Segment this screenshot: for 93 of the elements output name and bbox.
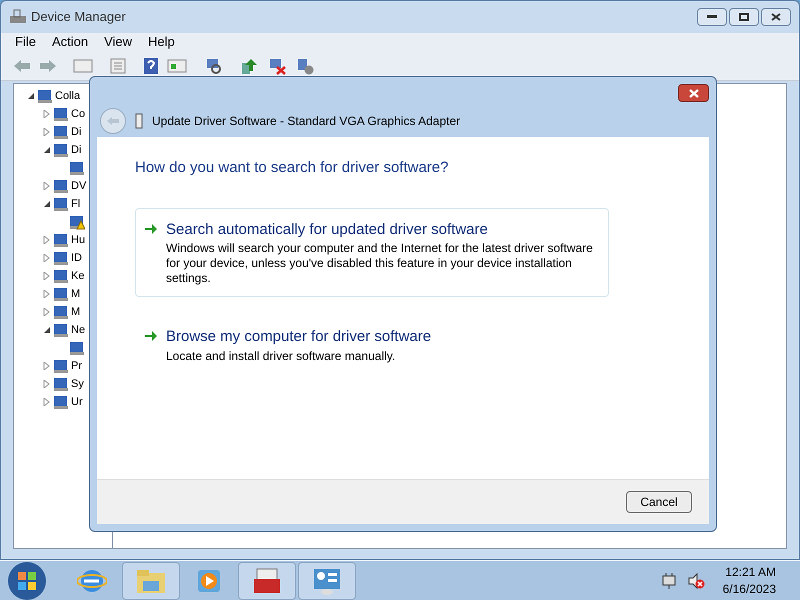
arrow-icon [144,330,158,342]
back-button[interactable] [100,108,126,134]
close-icon [688,88,698,98]
device-icon [53,178,69,194]
collapse-icon[interactable] [43,200,51,208]
device-icon [53,232,69,248]
tree-item[interactable]: Colla [55,88,80,104]
play-icon [196,568,222,594]
tree-item[interactable]: Di [71,124,82,140]
tree-item[interactable]: Hu [71,232,86,248]
expand-icon[interactable] [43,272,51,280]
expand-icon[interactable] [43,380,51,388]
tree-item[interactable]: DV [71,178,86,194]
tree-item[interactable]: Ke [71,268,84,284]
back-arrow-icon [106,116,120,126]
tree-item[interactable]: Pr [71,358,82,374]
clock-time[interactable]: 12:21 AM [725,564,776,580]
menu-item[interactable]: View [98,32,138,52]
dialog-heading: How do you want to search for driver software? [135,158,450,178]
option-title: Search automatically for updated driver software [166,220,489,240]
explorer-taskbar-button[interactable] [122,562,180,600]
option-command-link[interactable] [135,208,609,297]
clock-date[interactable]: 6/16/2023 [722,580,776,598]
control-panel-icon [311,566,343,594]
panel-icon[interactable] [167,58,187,74]
graphics-card-icon [134,113,144,129]
device-icon [37,88,53,104]
expand-icon[interactable] [43,308,51,316]
tree-item[interactable]: Ne [71,322,86,338]
maximize-icon [739,13,749,21]
expand-icon[interactable] [43,362,51,370]
muted-speaker-icon[interactable] [686,572,705,590]
back-arrow-icon[interactable] [13,58,31,72]
device-icon [53,142,69,158]
minimize-button[interactable] [697,8,727,26]
control-panel-taskbar-button[interactable] [298,562,356,600]
tree-item[interactable]: ID [71,250,82,266]
properties-icon[interactable] [109,58,127,74]
minimize-icon [707,15,717,19]
device-manager-icon [9,9,27,25]
start-button[interactable] [8,562,46,600]
window-title: Device Manager [31,8,126,26]
device-icon [53,106,69,122]
tree-item[interactable]: M [71,286,80,302]
option-description: Locate and install driver software manually. [166,348,396,364]
device-icon [53,250,69,266]
device-icon [53,394,69,410]
help-icon[interactable] [143,56,159,74]
device-icon [53,196,69,212]
arrow-icon [144,222,158,234]
close-icon [771,13,781,21]
tree-item[interactable]: Co [71,106,86,122]
windows-logo-icon [17,570,37,590]
device-icon [53,304,69,320]
forward-arrow-icon[interactable] [39,58,57,72]
device-manager-taskbar-button[interactable] [238,562,296,600]
option-description: Windows will search your computer and the Internet for the latest driver software for your device, unless you've disabled this feature in your device installation settings. [166,241,594,286]
device-icon [53,286,69,302]
menu-item[interactable]: Help [142,32,181,52]
option-command-link[interactable]: Browse my computer for driver software Locate and install driver software manually. [135,315,609,374]
device-icon [53,376,69,392]
expand-icon[interactable] [43,110,51,118]
collapse-icon[interactable] [43,146,51,154]
toolbox-icon [251,566,283,594]
tree-item[interactable]: Sy [71,376,84,392]
menu-item[interactable]: File [9,32,42,52]
device-icon [53,322,69,338]
dialog-title: Update Driver Software - Standard VGA Graphics Adapter [152,113,460,130]
device-icon [53,358,69,374]
expand-icon[interactable] [43,128,51,136]
option-title: Browse my computer for driver software [166,327,432,347]
expand-icon[interactable] [43,254,51,262]
close-button[interactable] [678,84,709,102]
update-driver-icon[interactable] [239,56,259,74]
expand-icon[interactable] [43,398,51,406]
tree-item[interactable]: Di [71,142,82,158]
tree-item[interactable]: M [71,304,80,320]
cancel-button[interactable]: Cancel [626,491,692,513]
disable-device-icon[interactable] [267,56,287,74]
device-icon [53,268,69,284]
expand-icon[interactable] [43,290,51,298]
expand-icon[interactable] [43,182,51,190]
tree-item[interactable]: Fl [71,196,80,212]
close-button[interactable] [761,8,791,26]
collapse-icon[interactable] [43,326,51,334]
network-icon[interactable] [660,572,677,590]
menu-item[interactable]: Action [46,32,94,52]
expand-icon[interactable] [43,236,51,244]
panel-icon[interactable] [73,58,93,74]
maximize-button[interactable] [729,8,759,26]
collapse-icon[interactable] [27,92,35,100]
device-icon [53,124,69,140]
tree-item[interactable]: Ur [71,394,83,410]
